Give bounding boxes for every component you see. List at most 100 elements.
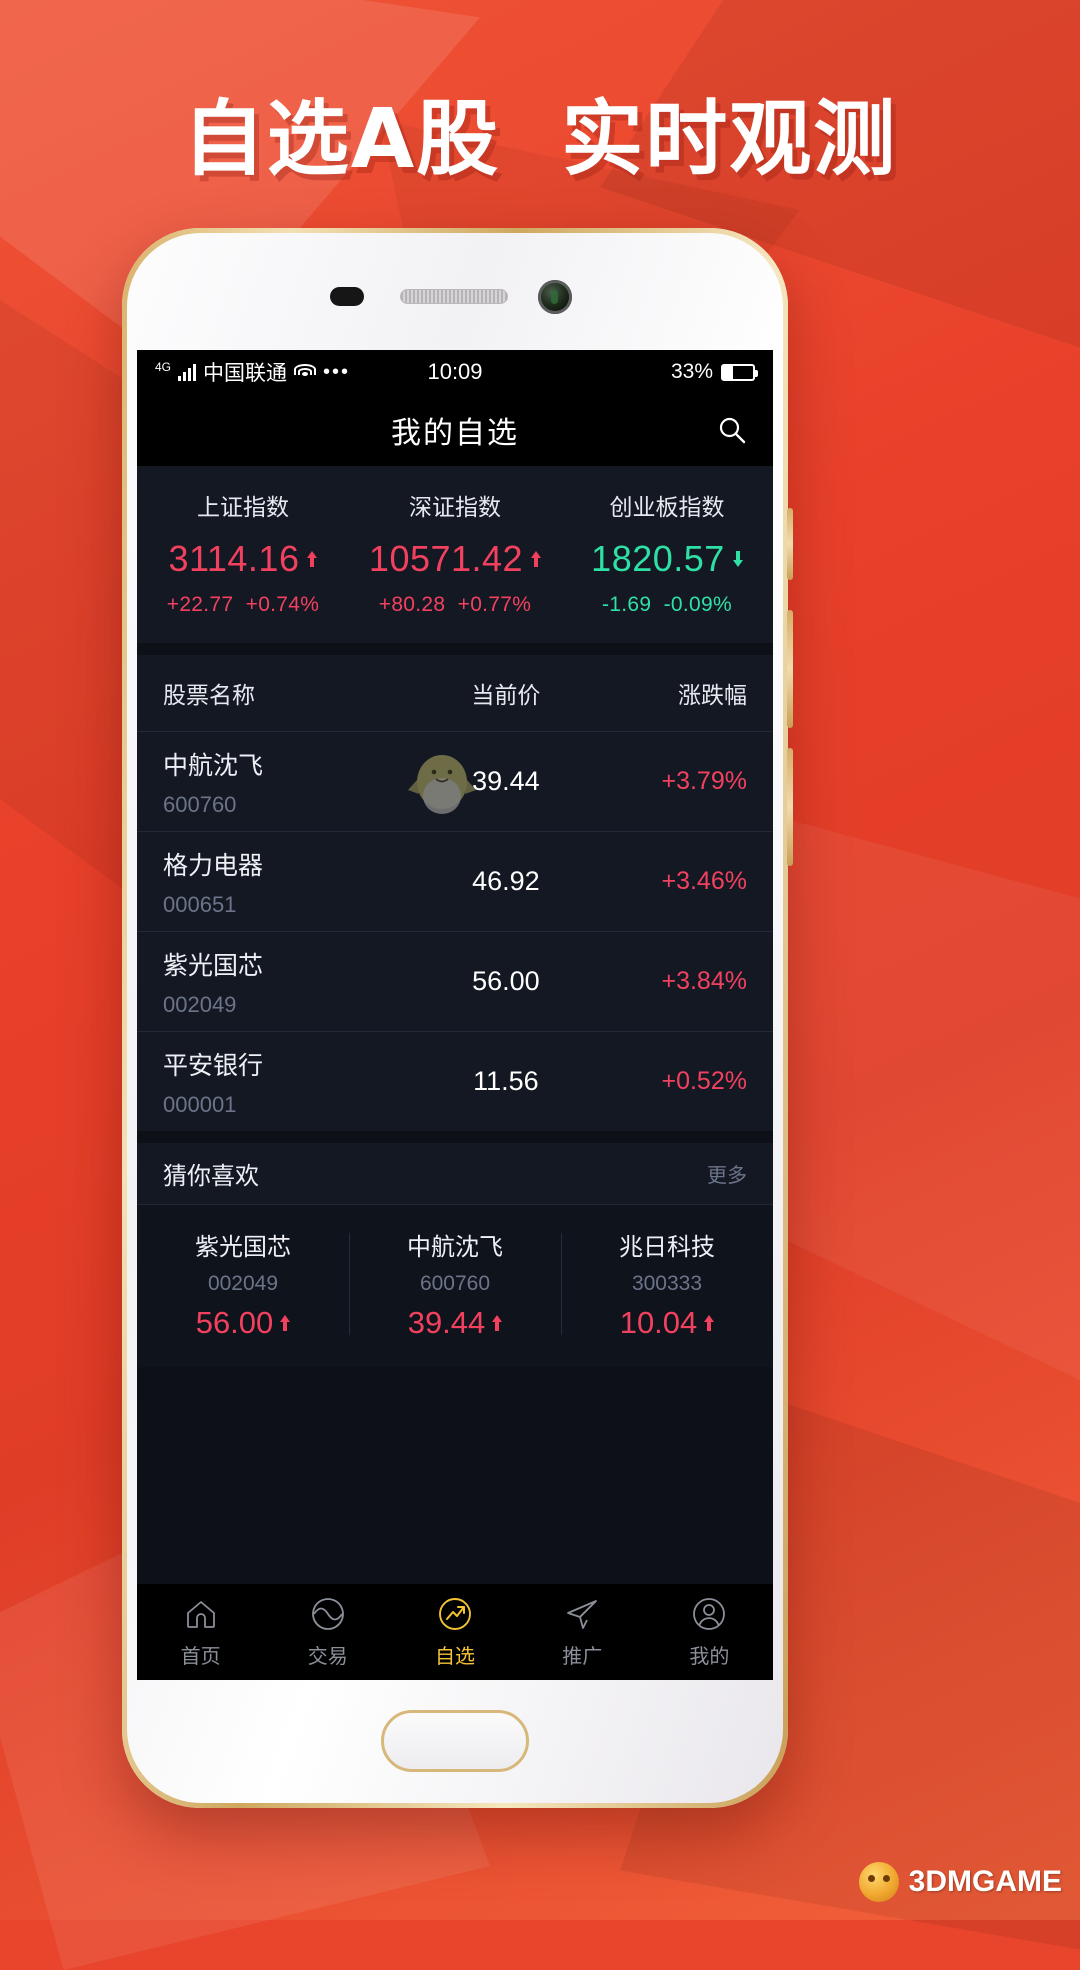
- more-dots-icon: •••: [323, 360, 351, 383]
- index-change: -1.69 -0.09%: [602, 593, 732, 616]
- user-profile-icon: [690, 1595, 728, 1633]
- tab-label: 我的: [689, 1646, 730, 1668]
- recommend-card[interactable]: 紫光国芯 002049 56.00: [137, 1227, 349, 1341]
- tab-label: 交易: [307, 1646, 348, 1668]
- front-camera-icon: [538, 280, 572, 314]
- column-header-price: 当前价: [471, 682, 541, 708]
- tab-我的[interactable]: 我的: [646, 1595, 773, 1669]
- recommend-title: 猜你喜欢: [163, 1163, 259, 1190]
- recommend-stock-code: 002049: [207, 1272, 279, 1295]
- section-divider: [137, 643, 773, 655]
- watchlist-table: 中航沈飞 600760 39.44 +3.79% 格力电器 000651 46.92 +3.4…: [137, 731, 773, 1131]
- phone-side-button: [787, 508, 793, 580]
- stock-name: 中航沈飞: [163, 751, 264, 780]
- stock-identity: 平安银行 000001: [137, 1046, 410, 1118]
- stock-name: 平安银行: [163, 1051, 264, 1080]
- stock-change-pct: +3.84%: [661, 967, 747, 995]
- status-bar-left: 4G 中国联通 •••: [155, 357, 427, 387]
- wifi-icon: [294, 363, 317, 381]
- signal-bars-icon: [178, 363, 197, 381]
- search-icon[interactable]: [717, 415, 747, 445]
- proximity-sensor-icon: [330, 287, 364, 306]
- stock-price: 11.56: [473, 1066, 539, 1096]
- recommend-value-row: 39.44: [349, 1305, 561, 1341]
- table-row[interactable]: 中航沈飞 600760 39.44 +3.79%: [137, 731, 773, 831]
- earpiece-speaker: [400, 289, 508, 304]
- phone-mockup: 4G 中国联通 ••• 10:09 33% 我的自选 上证指数 3114.16 …: [122, 228, 793, 1808]
- index-value-row: 3114.16: [137, 538, 349, 580]
- recommend-card-list: 紫光国芯 002049 56.00 中航沈飞 600760 39.44 兆日科技 300333…: [137, 1205, 773, 1367]
- promo-headline: 自选A股 实时观测: [182, 92, 898, 187]
- arrow-up-icon: [492, 1315, 503, 1331]
- recommend-stock-code: 300333: [631, 1272, 703, 1295]
- table-row[interactable]: 格力电器 000651 46.92 +3.46%: [137, 831, 773, 931]
- status-bar-right: 33%: [483, 360, 758, 384]
- battery-percent-label: 33%: [670, 360, 713, 383]
- home-icon: [182, 1595, 220, 1633]
- recommend-value-row: 56.00: [137, 1305, 349, 1341]
- index-value: 3114.16: [168, 538, 300, 579]
- table-row[interactable]: 紫光国芯 002049 56.00 +3.84%: [137, 931, 773, 1031]
- tab-推广[interactable]: 推广: [519, 1595, 646, 1669]
- stock-code: 600760: [163, 791, 237, 817]
- phone-screen: 4G 中国联通 ••• 10:09 33% 我的自选 上证指数 3114.16 …: [137, 350, 773, 1680]
- arrow-up-icon: [704, 1315, 715, 1331]
- recommend-stock-name: 紫光国芯: [195, 1234, 291, 1261]
- trade-wave-icon: [309, 1595, 347, 1633]
- stock-change-pct: +0.52%: [661, 1067, 747, 1095]
- stock-price: 56.00: [472, 966, 540, 996]
- index-name: 创业板指数: [609, 494, 725, 520]
- tab-label: 推广: [562, 1646, 603, 1668]
- arrow-up-icon: [280, 1315, 291, 1331]
- stock-price: 39.44: [472, 766, 540, 796]
- stock-code: 000001: [163, 1091, 237, 1117]
- watchlist-trend-icon: [436, 1595, 474, 1633]
- recommend-more-link[interactable]: 更多: [707, 1159, 747, 1188]
- column-header-change: 涨跌幅: [677, 682, 747, 708]
- site-watermark: 3DMGAME: [858, 1862, 1062, 1902]
- table-row[interactable]: 平安银行 000001 11.56 +0.52%: [137, 1031, 773, 1131]
- recommend-stock-name: 兆日科技: [619, 1234, 715, 1261]
- phone-sensor-row: [122, 280, 788, 314]
- tab-自选[interactable]: 自选: [391, 1595, 518, 1669]
- bottom-tab-bar: 首页 交易 自选 推广 我的: [137, 1584, 773, 1680]
- index-card[interactable]: 上证指数 3114.16 +22.77 +0.74%: [137, 488, 349, 617]
- recommend-stock-price: 39.44: [407, 1305, 486, 1340]
- phone-volume-up-button: [787, 610, 793, 728]
- tab-label: 自选: [435, 1646, 475, 1668]
- market-index-panel: 上证指数 3114.16 +22.77 +0.74% 深证指数 10571.42 +80.…: [137, 466, 773, 643]
- stock-code: 002049: [163, 991, 237, 1017]
- home-button[interactable]: [381, 1710, 529, 1772]
- index-value-row: 1820.57: [561, 538, 773, 580]
- watermark-text: 3DMGAME: [908, 1865, 1062, 1898]
- recommend-header: 猜你喜欢 更多: [137, 1143, 773, 1205]
- index-change: +80.28 +0.77%: [378, 593, 532, 616]
- page-title: 我的自选: [391, 417, 519, 450]
- stock-change-pct: +3.79%: [661, 767, 747, 795]
- arrow-up-icon: [531, 551, 542, 567]
- index-value: 10571.42: [368, 538, 524, 579]
- index-name: 上证指数: [197, 494, 289, 520]
- index-card[interactable]: 创业板指数 1820.57 -1.69 -0.09%: [561, 488, 773, 617]
- tab-首页[interactable]: 首页: [137, 1595, 264, 1669]
- arrow-up-icon: [307, 551, 318, 567]
- recommend-card[interactable]: 中航沈飞 600760 39.44: [349, 1227, 561, 1341]
- status-bar-clock: 10:09: [427, 359, 483, 384]
- stock-identity: 紫光国芯 002049: [137, 946, 410, 1018]
- promote-plane-icon: [563, 1595, 601, 1633]
- index-value: 1820.57: [591, 538, 725, 579]
- app-header: 我的自选: [137, 394, 773, 466]
- stock-price: 46.92: [472, 866, 540, 896]
- watchlist-table-header: 股票名称 当前价 涨跌幅: [137, 655, 773, 731]
- index-card[interactable]: 深证指数 10571.42 +80.28 +0.77%: [349, 488, 561, 617]
- tab-label: 首页: [180, 1646, 221, 1668]
- tab-交易[interactable]: 交易: [264, 1595, 391, 1669]
- index-value-row: 10571.42: [349, 538, 561, 580]
- battery-icon: [721, 363, 758, 381]
- section-divider: [137, 1131, 773, 1143]
- recommend-stock-code: 600760: [419, 1272, 491, 1295]
- mascot-ball-icon: [858, 1862, 899, 1902]
- recommend-card[interactable]: 兆日科技 300333 10.04: [561, 1227, 773, 1341]
- stock-identity: 格力电器 000651: [137, 846, 410, 918]
- arrow-down-icon: [732, 551, 743, 567]
